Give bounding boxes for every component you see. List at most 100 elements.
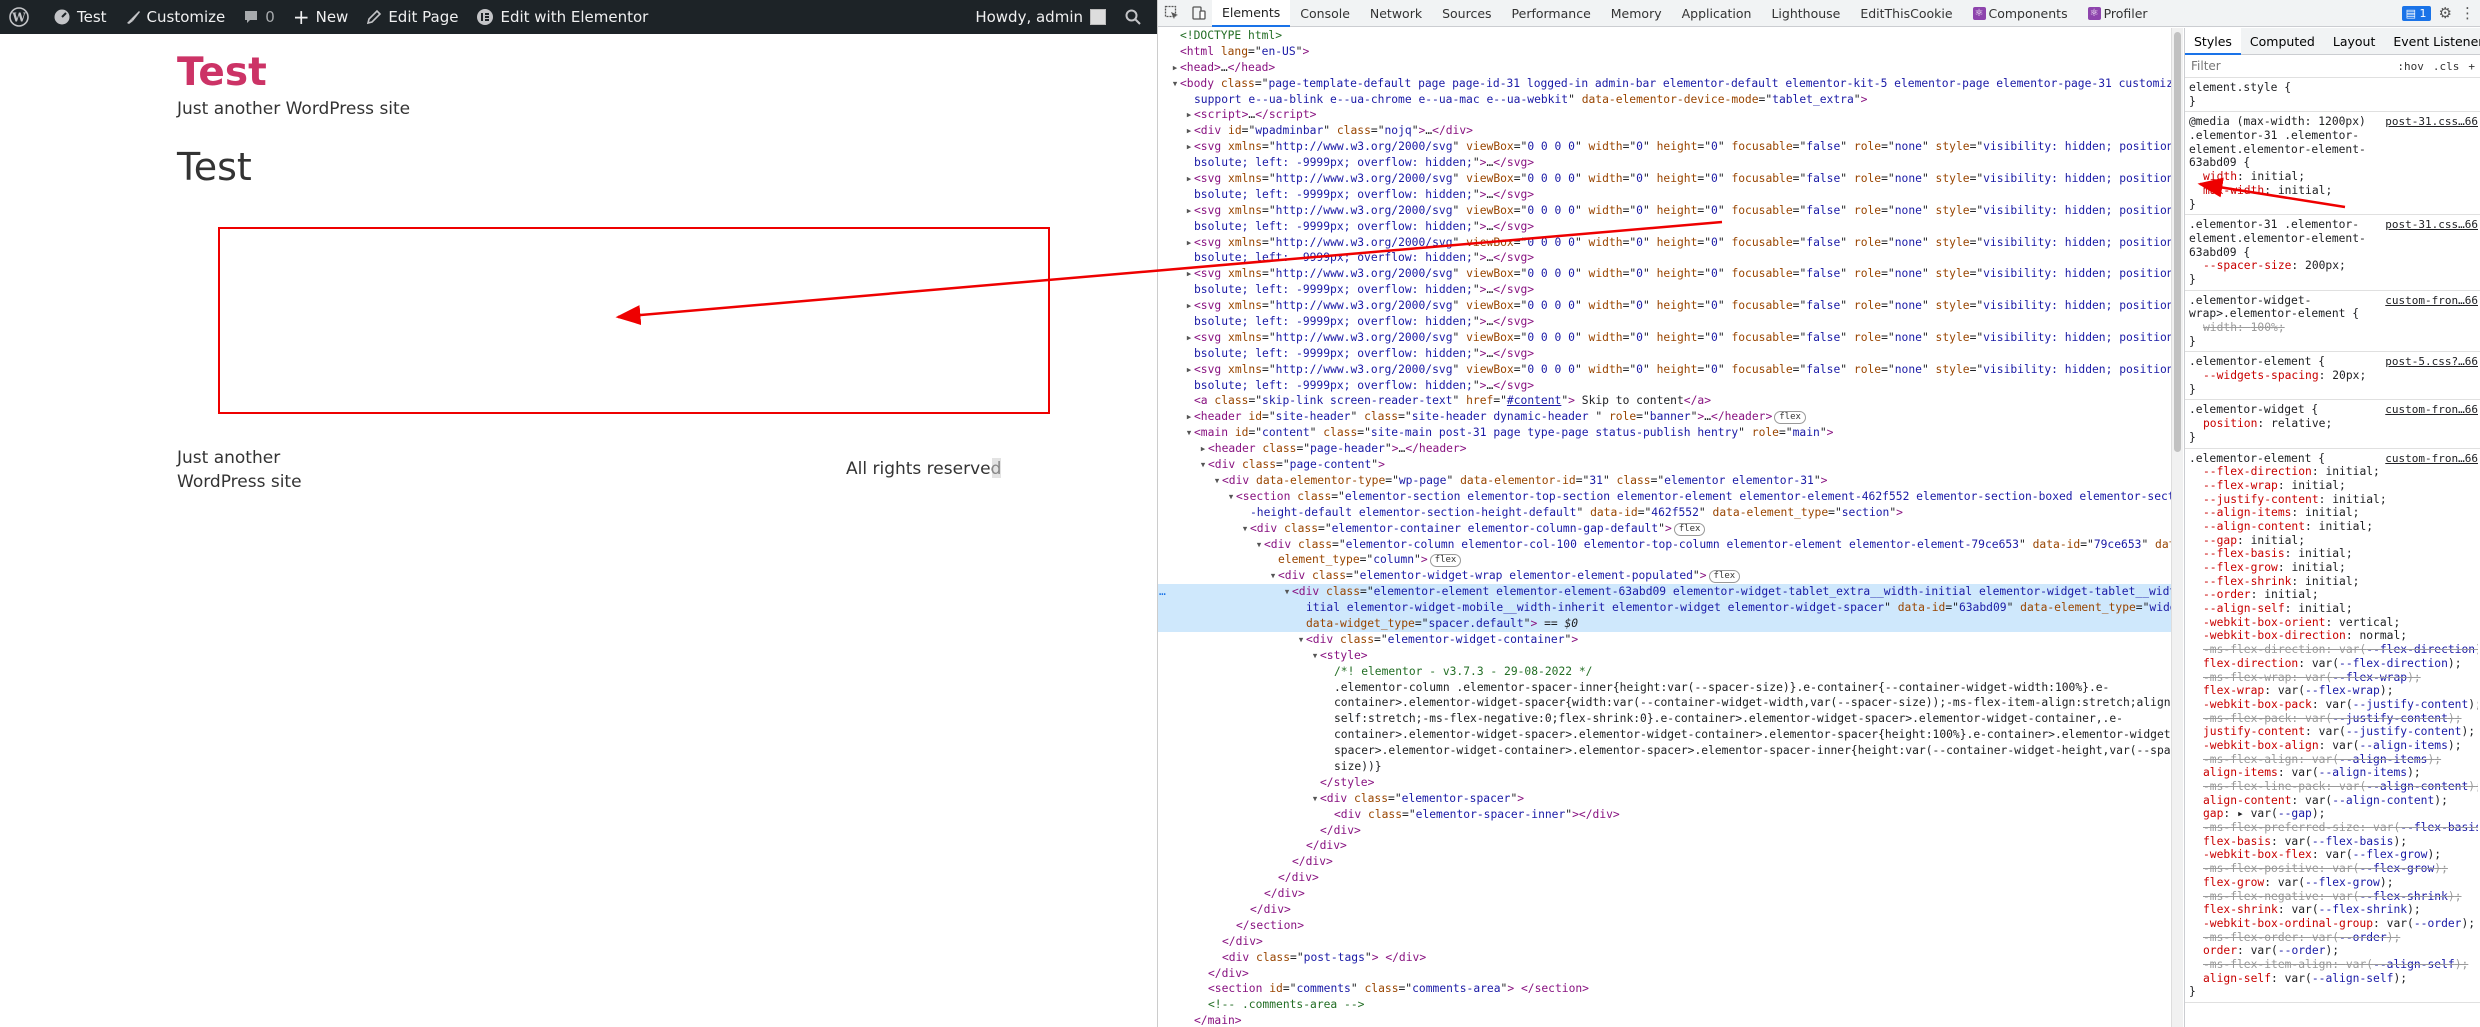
dom-node-line[interactable]: spacer>.elementor-widget-container>.elem… (1158, 743, 2171, 759)
expand-toggle-icon[interactable]: ▸ (1184, 235, 1194, 251)
dom-node-line[interactable]: ▸ <svg xmlns="http://www.w3.org/2000/svg"… (1158, 362, 2171, 378)
css-declaration[interactable]: --flex-shrink: initial; (2189, 575, 2478, 589)
expand-toggle-icon[interactable]: ▾ (1310, 791, 1320, 807)
dom-node-line[interactable]: ▸ <svg xmlns="http://www.w3.org/2000/svg"… (1158, 298, 2171, 314)
css-declaration[interactable]: --align-content: initial; (2189, 520, 2478, 534)
dom-node-line[interactable]: ▸ <svg xmlns="http://www.w3.org/2000/svg"… (1158, 235, 2171, 251)
css-declaration[interactable]: flex-grow: var(--flex-grow); (2189, 876, 2478, 890)
dom-node-line[interactable]: <div class="post-tags"> </div> (1158, 950, 2171, 966)
css-declaration[interactable]: -ms-flex-direction: var(--flex-direction… (2189, 643, 2478, 657)
css-rule[interactable]: post-31.css…66 @media (max-width: 1200px)… (2185, 112, 2480, 216)
devtools-tab-sources[interactable]: Sources (1432, 0, 1501, 27)
expand-toggle-icon[interactable]: ▾ (1296, 632, 1306, 648)
dom-node-line[interactable]: ▾ <section class="elementor-section eleme… (1158, 489, 2171, 505)
css-declaration[interactable]: -webkit-box-pack: var(--justify-content)… (2189, 698, 2478, 712)
css-declaration[interactable]: -ms-flex-item-align: var(--align-self); (2189, 958, 2478, 972)
new-rule-button[interactable]: + (2468, 60, 2475, 73)
rule-source-link[interactable]: post-31.css…66 (2385, 115, 2478, 128)
css-declaration[interactable]: flex-basis: var(--flex-basis); (2189, 835, 2478, 849)
search-toggle[interactable] (1115, 0, 1157, 34)
dom-node-line[interactable]: ▾ <div class="elementor-container element… (1158, 521, 2171, 537)
dom-node-line[interactable]: bsolute; left: -9999px; overflow: hidden… (1158, 250, 2171, 266)
dom-node-line[interactable]: <section id="comments" class="comments-a… (1158, 981, 2171, 997)
rule-source-link[interactable]: post-5.css?…66 (2385, 355, 2478, 368)
styles-tab-layout[interactable]: Layout (2324, 28, 2385, 55)
dom-node-line[interactable]: itial elementor-widget-mobile__width-inh… (1158, 600, 2171, 616)
dom-node-line[interactable]: size))} (1158, 759, 2171, 775)
css-declaration[interactable]: align-content: var(--align-content); (2189, 794, 2478, 808)
css-rule[interactable]: element.style {} (2185, 78, 2480, 113)
expand-toggle-icon[interactable]: ▸ (1184, 330, 1194, 346)
class-toggle[interactable]: .cls (2433, 60, 2460, 73)
css-declaration[interactable]: -ms-flex-pack: var(--justify-content); (2189, 712, 2478, 726)
css-declaration[interactable]: -webkit-box-align: var(--align-items); (2189, 739, 2478, 753)
styles-filter-input[interactable]: Filter (2191, 59, 2221, 73)
expand-toggle-icon[interactable]: ▾ (1268, 568, 1278, 584)
css-declaration[interactable]: --spacer-size: 200px; (2189, 259, 2478, 273)
expand-toggle-icon[interactable]: ▸ (1184, 362, 1194, 378)
dom-node-line[interactable]: bsolute; left: -9999px; overflow: hidden… (1158, 187, 2171, 203)
devtools-tab-network[interactable]: Network (1360, 0, 1432, 27)
dom-node-line[interactable]: element_type="column"> flex (1158, 552, 2171, 568)
css-declaration[interactable]: -ms-flex-positive: var(--flex-grow); (2189, 862, 2478, 876)
device-toolbar-button[interactable] (1185, 0, 1212, 27)
expand-toggle-icon[interactable]: ▾ (1198, 457, 1208, 473)
dom-node-line[interactable]: support e--ua-blink e--ua-chrome e--ua-m… (1158, 92, 2171, 108)
expand-toggle-icon[interactable]: ▾ (1240, 521, 1250, 537)
dom-node-line[interactable]: ▸ <div id="wpadminbar" class="nojq">…</di… (1158, 123, 2171, 139)
node-actions-icon[interactable]: … (1159, 584, 1166, 600)
devtools-tab-console[interactable]: Console (1290, 0, 1360, 27)
dom-node-line[interactable]: </div> (1158, 838, 2171, 854)
css-declaration[interactable]: -webkit-box-orient: vertical; (2189, 616, 2478, 630)
expand-toggle-icon[interactable]: ▸ (1184, 171, 1194, 187)
css-declaration[interactable]: -ms-flex-wrap: var(--flex-wrap); (2189, 671, 2478, 685)
dom-node-line[interactable]: </section> (1158, 918, 2171, 934)
css-declaration[interactable]: -ms-flex-preferred-size: var(--flex-basi… (2189, 821, 2478, 835)
dom-node-line[interactable]: </div> (1158, 934, 2171, 950)
rule-source-link[interactable]: custom-fron…66 (2385, 403, 2478, 416)
dom-node-line[interactable]: bsolute; left: -9999px; overflow: hidden… (1158, 314, 2171, 330)
css-declaration[interactable]: -ms-flex-negative: var(--flex-shrink); (2189, 890, 2478, 904)
css-declaration[interactable]: width: initial; (2189, 170, 2478, 184)
dom-node-line[interactable]: </div> (1158, 886, 2171, 902)
css-declaration[interactable]: -ms-flex-line-pack: var(--align-content)… (2189, 780, 2478, 794)
css-declaration[interactable]: gap: ▸ var(--gap); (2189, 807, 2478, 821)
css-declaration[interactable]: position: relative; (2189, 417, 2478, 431)
my-account-menu[interactable]: Howdy, admin (966, 0, 1115, 34)
css-declaration[interactable]: --align-items: initial; (2189, 506, 2478, 520)
dom-node-line[interactable]: </div> (1158, 966, 2171, 982)
expand-toggle-icon[interactable]: ▸ (1170, 60, 1180, 76)
dom-node-line[interactable]: </div> (1158, 854, 2171, 870)
hover-state-toggle[interactable]: :hov (2397, 60, 2424, 73)
dom-node-line[interactable]: bsolute; left: -9999px; overflow: hidden… (1158, 378, 2171, 394)
expand-toggle-icon[interactable]: ▸ (1184, 409, 1194, 425)
styles-tab-event-listeners[interactable]: Event Listeners (2384, 28, 2480, 55)
css-declaration[interactable]: --align-self: initial; (2189, 602, 2478, 616)
dom-node-line[interactable]: data-widget_type="spacer.default"> == $0 (1158, 615, 2171, 632)
dom-node-line[interactable]: ▸ <svg xmlns="http://www.w3.org/2000/svg"… (1158, 203, 2171, 219)
dom-node-line[interactable]: .elementor-column .elementor-spacer-inne… (1158, 680, 2171, 696)
css-declaration[interactable]: flex-direction: var(--flex-direction); (2189, 657, 2478, 671)
css-declaration[interactable]: -webkit-box-direction: normal; (2189, 629, 2478, 643)
css-declaration[interactable]: --flex-grow: initial; (2189, 561, 2478, 575)
expand-toggle-icon[interactable]: ▸ (1184, 203, 1194, 219)
expand-toggle-icon[interactable]: ▾ (1226, 489, 1236, 505)
dom-node-line[interactable]: bsolute; left: -9999px; overflow: hidden… (1158, 282, 2171, 298)
dom-node-line[interactable]: ▾ <div class="elementor-widget-wrap eleme… (1158, 568, 2171, 584)
expand-toggle-icon[interactable]: ▾ (1212, 473, 1222, 489)
wp-logo-menu[interactable]: W (0, 0, 44, 34)
devtools-tab-memory[interactable]: Memory (1601, 0, 1672, 27)
expand-toggle-icon[interactable]: ▾ (1282, 584, 1292, 600)
elements-scrollbar[interactable] (2171, 28, 2183, 1027)
expand-toggle-icon[interactable]: ▾ (1184, 425, 1194, 441)
dom-node-line[interactable]: self:stretch;-ms-flex-negative:0;flex-sh… (1158, 711, 2171, 727)
dom-node-line[interactable]: container>.elementor-widget-spacer>.elem… (1158, 727, 2171, 743)
expand-toggle-icon[interactable]: ▾ (1310, 648, 1320, 664)
dom-node-line[interactable]: ▸ <head>…</head> (1158, 60, 2171, 76)
new-content-menu[interactable]: + New (284, 0, 357, 34)
dom-node-line[interactable]: bsolute; left: -9999px; overflow: hidden… (1158, 219, 2171, 235)
dom-node-line[interactable]: </div> (1158, 902, 2171, 918)
css-declaration[interactable]: --flex-direction: initial; (2189, 465, 2478, 479)
dom-node-line[interactable]: <!-- .comments-area --> (1158, 997, 2171, 1013)
dom-node-line[interactable]: <div class="elementor-spacer-inner"></di… (1158, 807, 2171, 823)
